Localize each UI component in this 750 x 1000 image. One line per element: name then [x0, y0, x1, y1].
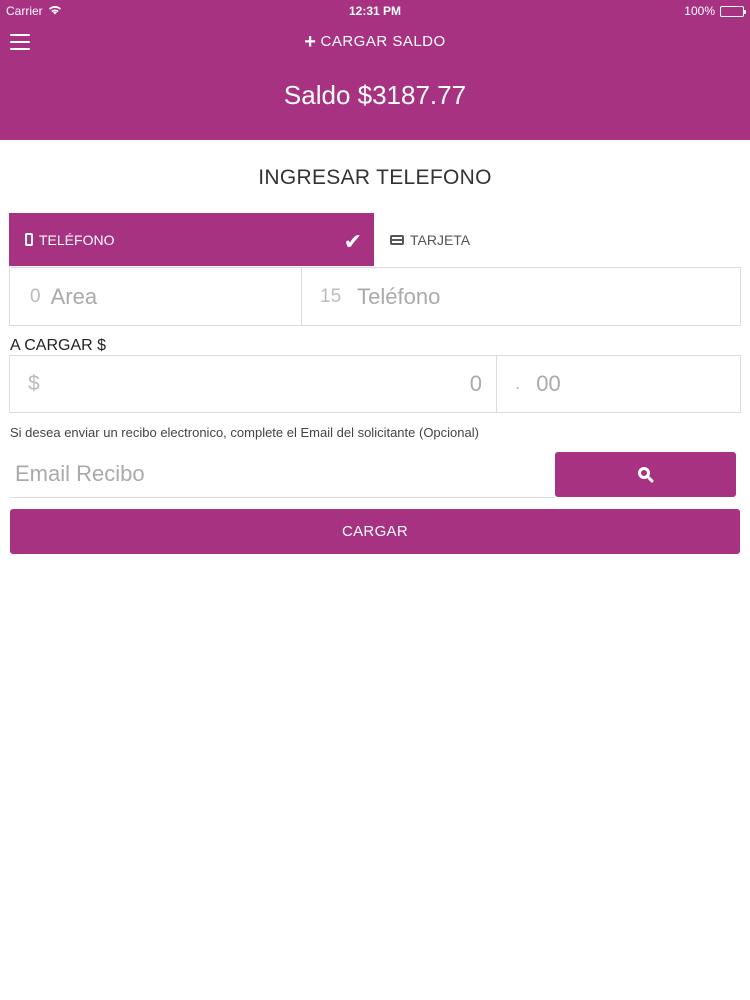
phone-icon	[25, 233, 33, 246]
battery-icon	[720, 5, 746, 17]
area-prefix: 0	[30, 285, 41, 307]
email-input[interactable]: Email Recibo	[10, 450, 555, 498]
status-time: 12:31 PM	[348, 4, 402, 18]
phone-input[interactable]: 15 Teléfono	[301, 267, 741, 326]
tab-tarjeta[interactable]: TARJETA	[374, 213, 740, 266]
amount-label: A CARGAR $	[10, 337, 107, 354]
plus-icon: +	[304, 31, 317, 53]
email-placeholder: Email Recibo	[15, 460, 145, 486]
decimal-separator: .	[515, 373, 521, 394]
amount-decimal-placeholder: 00	[536, 371, 561, 396]
currency-prefix: $	[28, 372, 40, 395]
email-help-text: Si desea enviar un recibo electronico, c…	[10, 425, 479, 440]
nav-title: + CARGAR SALDO	[0, 31, 750, 54]
amount-integer-input[interactable]: $ 0	[9, 355, 497, 413]
app-header: Carrier 12:31 PM 100% + CARGAR SALDO Sald…	[0, 0, 750, 140]
cargar-button[interactable]: CARGAR	[10, 509, 740, 554]
tab-tarjeta-label: TARJETA	[410, 231, 471, 248]
status-right: 100%	[684, 4, 746, 18]
phone-prefix: 15	[320, 285, 342, 307]
tab-telefono-label: TELÉFONO	[39, 231, 115, 248]
nav-title-text: CARGAR SALDO	[320, 33, 446, 50]
search-button[interactable]	[555, 452, 736, 497]
status-bar: Carrier 12:31 PM 100%	[0, 0, 750, 22]
tab-telefono[interactable]: TELÉFONO ✔	[9, 213, 374, 266]
amount-decimal-input[interactable]: . 00	[496, 355, 741, 413]
checkmark-icon: ✔	[343, 229, 362, 254]
amount-integer-placeholder: 0	[469, 371, 482, 396]
credit-card-icon	[390, 234, 404, 245]
area-input[interactable]: 0 Area	[9, 267, 302, 326]
section-title: INGRESAR TELEFONO	[258, 166, 492, 189]
balance-label: Saldo $3187.77	[283, 80, 467, 110]
battery-percent: 100%	[684, 4, 715, 18]
phone-placeholder: Teléfono	[357, 283, 441, 309]
search-icon	[638, 467, 650, 479]
area-placeholder: Area	[50, 283, 98, 309]
